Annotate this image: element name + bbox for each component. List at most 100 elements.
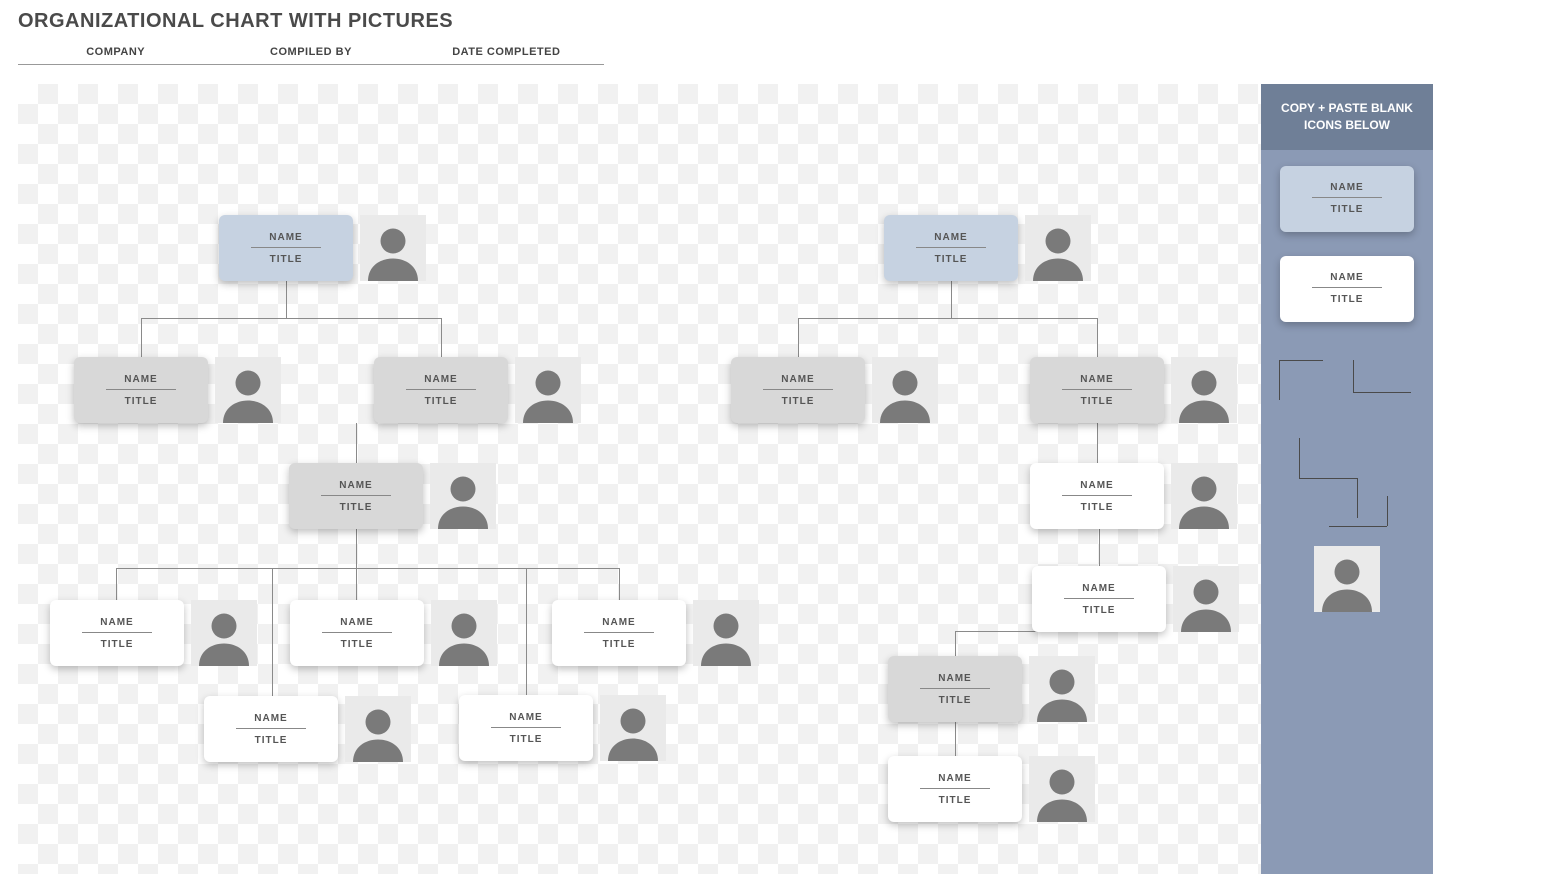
connector: [955, 722, 956, 756]
node-name: NAME: [322, 617, 392, 633]
connector: [1097, 318, 1098, 357]
stencil-title: TITLE: [1331, 288, 1364, 305]
connector: [619, 568, 620, 600]
org-node[interactable]: NAMETITLE: [888, 756, 1022, 822]
connector: [1099, 529, 1100, 566]
avatar-icon[interactable]: [215, 357, 281, 423]
avatar-icon[interactable]: [191, 600, 257, 666]
meta-date-label: DATE COMPLETED: [409, 40, 604, 64]
connector: [356, 423, 357, 463]
meta-compiled-label: COMPILED BY: [213, 40, 408, 64]
connector: [798, 318, 1097, 319]
node-title: TITLE: [935, 248, 968, 265]
stencil-card-white[interactable]: NAME TITLE: [1280, 256, 1414, 322]
avatar-icon[interactable]: [1029, 656, 1095, 722]
stencil-name: NAME: [1312, 272, 1382, 288]
avatar-icon[interactable]: [1173, 566, 1239, 632]
node-title: TITLE: [341, 633, 374, 650]
connector: [116, 568, 619, 569]
org-node[interactable]: NAMETITLE: [459, 695, 593, 761]
org-node[interactable]: NAMETITLE: [204, 696, 338, 762]
avatar-icon[interactable]: [1171, 357, 1237, 423]
page-title: ORGANIZATIONAL CHART WITH PICTURES: [18, 10, 453, 33]
avatar-icon[interactable]: [360, 215, 426, 281]
connector: [116, 568, 117, 600]
node-name: NAME: [1062, 374, 1132, 390]
connector: [526, 568, 527, 695]
node-name: NAME: [82, 617, 152, 633]
org-node[interactable]: NAMETITLE: [219, 215, 353, 281]
avatar-icon[interactable]: [430, 463, 496, 529]
node-name: NAME: [920, 673, 990, 689]
connector: [356, 568, 357, 600]
node-title: TITLE: [270, 248, 303, 265]
node-name: NAME: [236, 713, 306, 729]
node-title: TITLE: [603, 633, 636, 650]
connector: [955, 631, 956, 656]
avatar-icon[interactable]: [693, 600, 759, 666]
stencil-card-blue[interactable]: NAME TITLE: [1280, 166, 1414, 232]
avatar-icon[interactable]: [1171, 463, 1237, 529]
avatar-icon[interactable]: [515, 357, 581, 423]
connector: [141, 318, 142, 357]
node-title: TITLE: [340, 496, 373, 513]
node-title: TITLE: [255, 729, 288, 746]
node-name: NAME: [916, 232, 986, 248]
node-name: NAME: [251, 232, 321, 248]
org-node[interactable]: NAMETITLE: [1030, 463, 1164, 529]
sidebar-heading: COPY + PASTE BLANK ICONS BELOW: [1261, 84, 1433, 150]
node-name: NAME: [1064, 583, 1134, 599]
org-node[interactable]: NAMETITLE: [1032, 566, 1166, 632]
org-node[interactable]: NAMETITLE: [552, 600, 686, 666]
stencil-title: TITLE: [1331, 198, 1364, 215]
node-name: NAME: [920, 773, 990, 789]
node-title: TITLE: [782, 390, 815, 407]
stencil-avatar-icon[interactable]: [1314, 546, 1380, 612]
org-node[interactable]: NAMETITLE: [289, 463, 423, 529]
connector: [272, 568, 273, 696]
node-name: NAME: [491, 712, 561, 728]
node-name: NAME: [321, 480, 391, 496]
node-title: TITLE: [1081, 496, 1114, 513]
connector: [141, 318, 441, 319]
node-title: TITLE: [1083, 599, 1116, 616]
stencil-connectors[interactable]: [1273, 346, 1421, 526]
avatar-icon[interactable]: [431, 600, 497, 666]
org-node[interactable]: NAMETITLE: [888, 656, 1022, 722]
connector: [951, 281, 952, 318]
avatar-icon[interactable]: [872, 357, 938, 423]
avatar-icon[interactable]: [345, 696, 411, 762]
node-name: NAME: [406, 374, 476, 390]
node-title: TITLE: [939, 689, 972, 706]
connector: [286, 281, 287, 318]
meta-company-label: COMPANY: [18, 40, 213, 64]
stencil-sidebar: COPY + PASTE BLANK ICONS BELOW NAME TITL…: [1261, 84, 1433, 874]
org-chart-canvas[interactable]: NAMETITLE NAMETITLE NAMETITLE NAMETITLE …: [18, 84, 1261, 874]
connector: [798, 318, 799, 357]
node-name: NAME: [106, 374, 176, 390]
avatar-icon[interactable]: [1025, 215, 1091, 281]
connector: [441, 318, 442, 357]
node-title: TITLE: [1081, 390, 1114, 407]
org-node[interactable]: NAMETITLE: [884, 215, 1018, 281]
node-name: NAME: [1062, 480, 1132, 496]
node-name: NAME: [584, 617, 654, 633]
org-node[interactable]: NAMETITLE: [74, 357, 208, 423]
node-name: NAME: [763, 374, 833, 390]
org-node[interactable]: NAMETITLE: [50, 600, 184, 666]
node-title: TITLE: [510, 728, 543, 745]
connector: [356, 529, 357, 569]
node-title: TITLE: [939, 789, 972, 806]
avatar-icon[interactable]: [600, 695, 666, 761]
node-title: TITLE: [101, 633, 134, 650]
org-node[interactable]: NAMETITLE: [1030, 357, 1164, 423]
org-node[interactable]: NAMETITLE: [731, 357, 865, 423]
meta-bar: COMPANY COMPILED BY DATE COMPLETED: [18, 40, 604, 65]
org-node[interactable]: NAMETITLE: [374, 357, 508, 423]
stencil-name: NAME: [1312, 182, 1382, 198]
avatar-icon[interactable]: [1029, 756, 1095, 822]
node-title: TITLE: [125, 390, 158, 407]
connector: [1097, 423, 1098, 463]
node-title: TITLE: [425, 390, 458, 407]
org-node[interactable]: NAMETITLE: [290, 600, 424, 666]
